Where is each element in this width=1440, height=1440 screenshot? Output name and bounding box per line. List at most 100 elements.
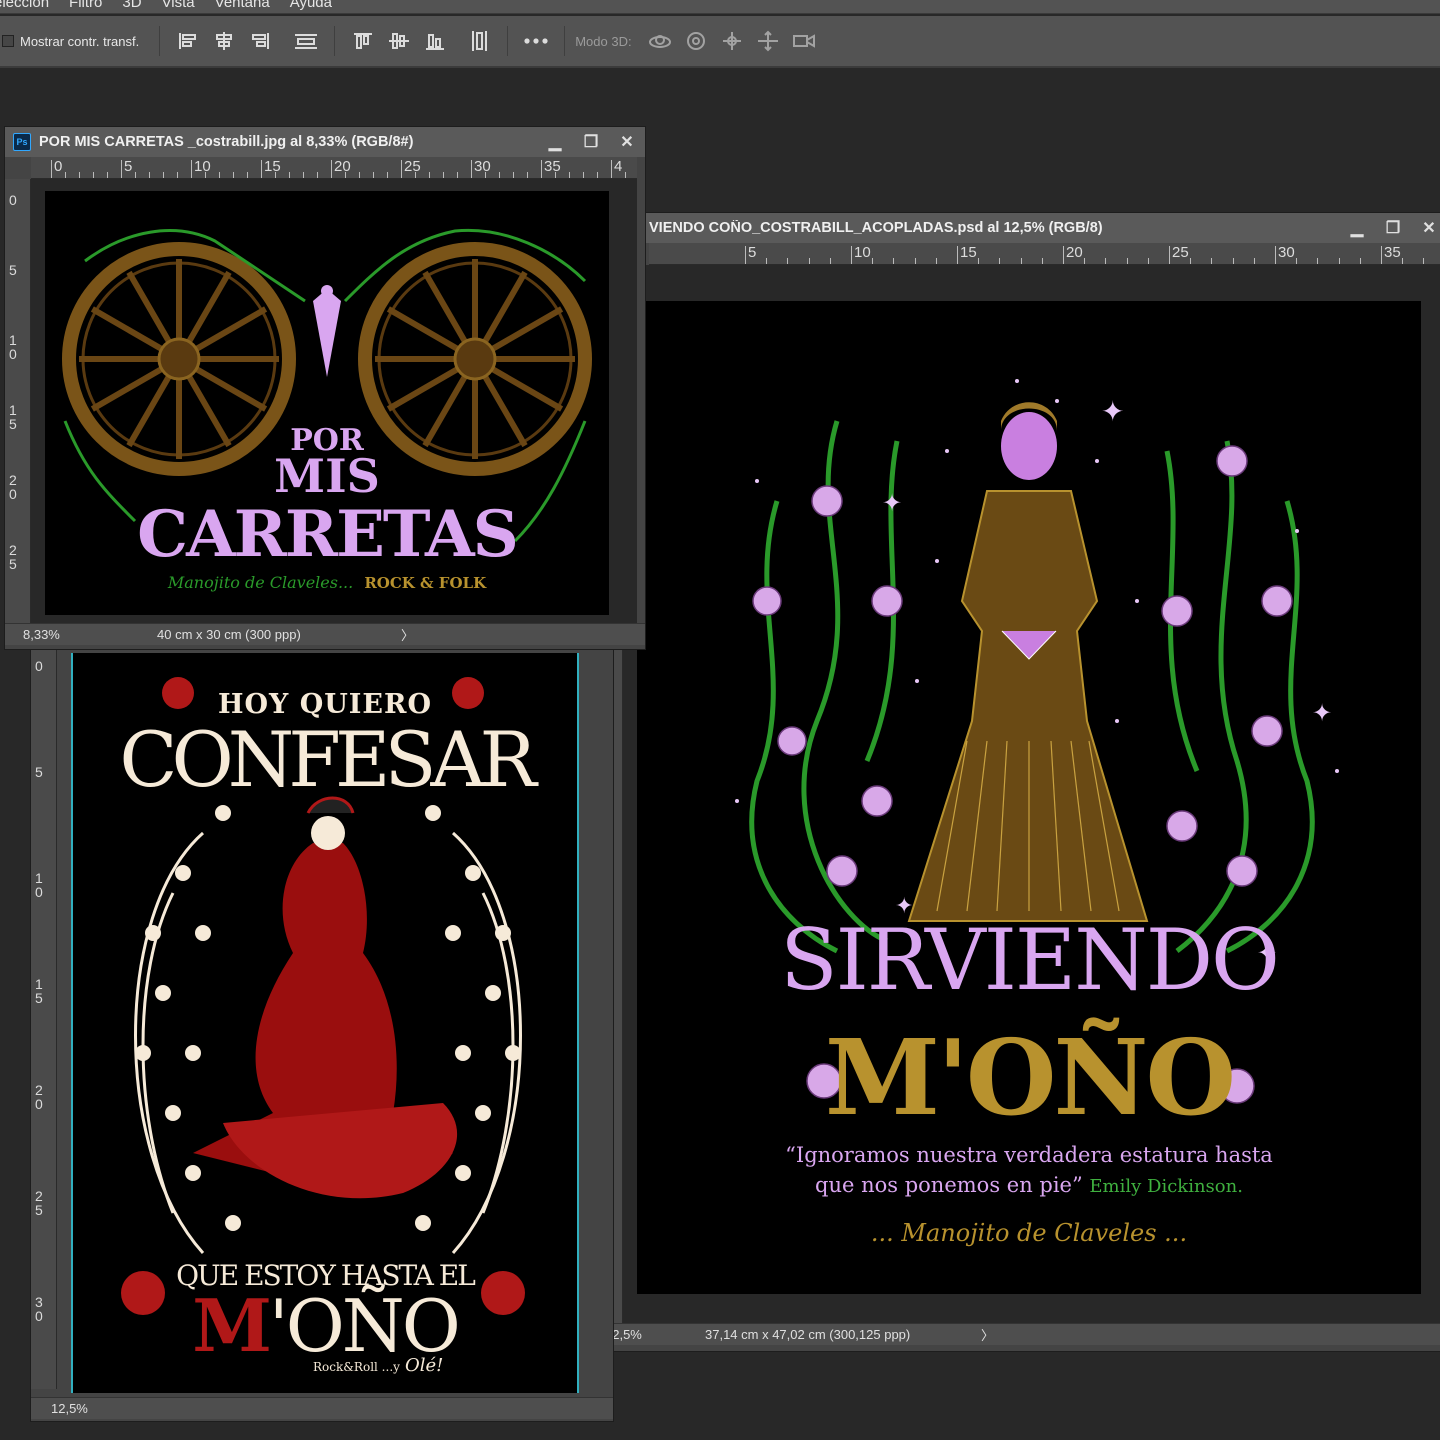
horizontal-ruler[interactable]: 5 10 15 20 25 30 35 [649, 243, 1440, 265]
window-title: VIENDO COÑO_COSTRABILL_ACOPLADAS.psd al … [649, 220, 1103, 236]
align-bottom-icon[interactable] [421, 29, 449, 53]
ruler-tick [387, 172, 388, 178]
photoshop-file-icon: Ps [13, 133, 31, 151]
close-button[interactable]: ✕ [1411, 213, 1440, 243]
ruler-label: 10 [194, 158, 211, 175]
mode-3d-label: Modo 3D: [575, 33, 632, 49]
polka-dot [185, 1045, 201, 1061]
ruler-major-tick [1381, 246, 1382, 264]
ruler-tick [219, 172, 220, 178]
ruler-tick [457, 172, 458, 178]
ruler-label: 20 [334, 158, 351, 175]
menu-item-vista[interactable]: Vista [162, 0, 195, 11]
menu-item-3d[interactable]: 3D [122, 0, 141, 11]
minimize-button[interactable]: ▁ [537, 127, 573, 157]
ruler-label: 20 [1066, 244, 1083, 261]
pan-3d-icon[interactable] [718, 29, 746, 53]
ruler-tick [787, 258, 789, 264]
wheel-hub [453, 337, 497, 381]
window-titlebar[interactable]: Ps POR MIS CARRETAS _costrabill.jpg al 8… [5, 127, 645, 157]
ruler-tick [107, 172, 108, 178]
align-left-icon[interactable] [174, 29, 202, 53]
ruler-tick [766, 258, 768, 264]
close-button[interactable]: ✕ [609, 127, 645, 157]
ruler-tick [233, 172, 234, 178]
zoom-level[interactable]: 12,5% [605, 1327, 705, 1342]
menu-item-ayuda[interactable]: Ayuda [290, 0, 332, 11]
poster-tagline: Rock&Roll ...y Olé! [313, 1355, 443, 1376]
polka-dot [185, 1165, 201, 1181]
document-window-sirviendo[interactable]: VIENDO COÑO_COSTRABILL_ACOPLADAS.psd al … [598, 212, 1440, 1352]
zoom-level[interactable]: 12,5% [51, 1401, 88, 1416]
poster-signature: ... Manojito de Claveles ... [870, 1219, 1188, 1247]
ruler-tick [177, 172, 178, 178]
show-transform-checkbox[interactable] [2, 35, 14, 47]
ruler-label: 25 [404, 158, 421, 175]
polka-dot [195, 925, 211, 941]
ruler-tick [893, 258, 895, 264]
horizontal-ruler[interactable]: 0 5 10 15 20 25 30 35 4 [31, 157, 637, 179]
ruler-label: 25 [1172, 244, 1189, 261]
ruler-tick [373, 172, 374, 178]
poster-sub-bold: ROCK & FOLK [364, 574, 487, 592]
menu-item-seleccion[interactable]: elección [0, 0, 49, 11]
document-window-confesar[interactable]: 0 5 1 0 1 5 2 0 2 5 3 0 HOY QUIERO CONFESAR QU… [30, 648, 614, 1422]
menu-item-ventana[interactable]: Ventana [215, 0, 270, 11]
slide-3d-icon[interactable] [754, 29, 782, 53]
ruler-tick [1317, 258, 1319, 264]
divider [507, 26, 509, 56]
distribute-vertical-icon[interactable] [465, 29, 493, 53]
document-canvas[interactable]: HOY QUIERO CONFESAR QUE ESTOY HASTA EL M… [71, 653, 579, 1393]
polka-dot [505, 1045, 521, 1061]
ruler-label: 5 [124, 158, 133, 175]
align-right-icon[interactable] [246, 29, 274, 53]
menu-item-filtro[interactable]: Filtro [69, 0, 102, 11]
ruler-major-tick [745, 246, 746, 264]
ruler-major-tick [51, 160, 52, 178]
window-title: POR MIS CARRETAS _costrabill.jpg al 8,33… [39, 134, 414, 150]
ruler-tick [569, 172, 570, 178]
ruler-label: 15 [960, 244, 977, 261]
align-top-icon[interactable] [349, 29, 377, 53]
maximize-button[interactable]: ❐ [1375, 213, 1411, 243]
minimize-button[interactable]: ▁ [1339, 213, 1375, 243]
vertical-ruler[interactable]: 0 5 1 0 1 5 2 0 2 5 3 0 [31, 649, 57, 1389]
status-chevron-icon[interactable]: 〉 [981, 1325, 994, 1344]
ruler-major-tick [1063, 246, 1064, 264]
ruler-label: 0 [9, 192, 17, 208]
polka-dot [155, 985, 171, 1001]
document-canvas[interactable]: POR MIS CARRETAS Manojito de Claveles...… [45, 191, 609, 615]
ruler-major-tick [471, 160, 472, 178]
status-chevron-icon[interactable]: 〉 [401, 625, 414, 644]
zoom-level[interactable]: 8,33% [23, 627, 157, 642]
ruler-major-tick [121, 160, 122, 178]
ruler-tick [829, 258, 831, 264]
distribute-horizontal-icon[interactable] [292, 29, 320, 53]
more-options-icon[interactable] [522, 29, 550, 53]
ruler-tick [79, 172, 80, 178]
ruler-label: 1 0 [9, 332, 17, 362]
ruler-major-tick [957, 246, 958, 264]
orbit-3d-icon[interactable] [646, 29, 674, 53]
document-canvas[interactable]: ✦ ✦ ✦ ✦ ✦ SIRVIENDO M'OÑO “Ignoramos nue… [637, 301, 1421, 1294]
poster-title-sirviendo: SIRVIENDO [780, 911, 1280, 1009]
status-bar: 8,33% 40 cm x 30 cm (300 ppp) 〉 [5, 623, 645, 645]
document-window-carretas[interactable]: Ps POR MIS CARRETAS _costrabill.jpg al 8… [4, 126, 646, 650]
vertical-ruler[interactable]: 0 5 1 0 1 5 2 0 2 5 [5, 179, 31, 623]
ruler-tick [1253, 258, 1255, 264]
ruler-tick [1190, 258, 1192, 264]
divider [334, 26, 336, 56]
ruler-major-tick [1169, 246, 1170, 264]
align-hcenter-icon[interactable] [210, 29, 238, 53]
window-titlebar[interactable]: VIENDO COÑO_COSTRABILL_ACOPLADAS.psd al … [599, 213, 1440, 243]
ruler-tick [1084, 258, 1086, 264]
maximize-button[interactable]: ❐ [573, 127, 609, 157]
show-transform-controls[interactable]: Mostrar contr. transf. [2, 34, 139, 49]
ruler-major-tick [261, 160, 262, 178]
ruler-tick [1126, 258, 1128, 264]
roll-3d-icon[interactable] [682, 29, 710, 53]
ruler-label: 1 0 [35, 870, 43, 900]
camera-3d-icon[interactable] [790, 29, 818, 53]
ruler-label: 2 0 [35, 1082, 43, 1112]
align-vcenter-icon[interactable] [385, 29, 413, 53]
